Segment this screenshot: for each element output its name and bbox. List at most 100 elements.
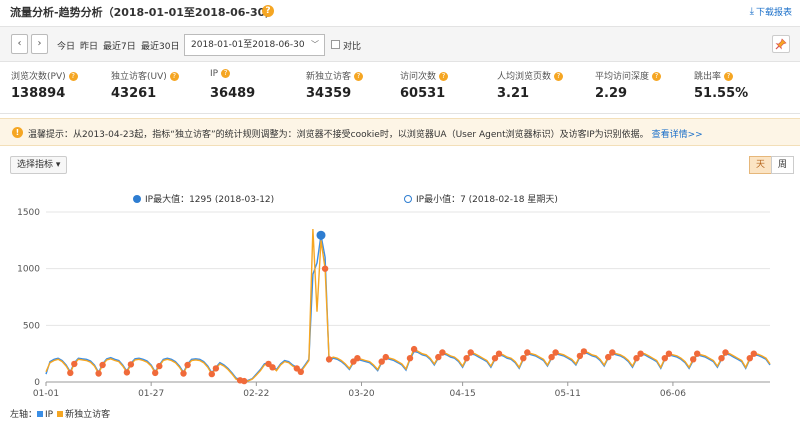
chevron-left-icon: ‹ <box>17 38 22 49</box>
weekend-marker <box>71 360 78 368</box>
notice-banner: ! 温馨提示：从2013-04-23起，指标“独立访客”的统计规则调整为：浏览器… <box>0 118 800 146</box>
weekend-marker <box>406 355 414 362</box>
caret-down-icon: ▾ <box>55 160 61 170</box>
chevron-right-icon: › <box>37 38 42 49</box>
date-range-value: 2018-01-01至2018-06-30 <box>191 40 305 50</box>
metric-value: 34359 <box>306 86 352 101</box>
date-range-select[interactable]: 2018-01-01至2018-06-30 ﹀ <box>184 34 325 56</box>
weekend-marker <box>722 349 729 356</box>
question-icon[interactable]: ? <box>652 72 662 81</box>
weekend-marker <box>552 349 559 356</box>
weekend-marker <box>184 361 191 369</box>
question-icon[interactable]: ? <box>724 72 734 81</box>
quick-yesterday[interactable]: 昨日 <box>80 39 98 52</box>
notice-text: 温馨提示：从2013-04-23起，指标“独立访客”的统计规则调整为：浏览器不接… <box>28 130 649 140</box>
metric-label: 新独立访客 <box>306 72 352 82</box>
x-tick-label: 03-20 <box>348 389 374 399</box>
download-label: 下载报表 <box>755 8 792 18</box>
weekend-marker <box>495 350 503 357</box>
weekend-marker <box>637 350 644 357</box>
weekend-marker <box>123 369 131 376</box>
next-period-button[interactable]: › <box>31 34 48 54</box>
question-icon[interactable]: ? <box>439 72 449 81</box>
pin-icon <box>775 38 787 50</box>
download-report-button[interactable]: ⤓ 下载报表 <box>750 5 792 18</box>
metric-value: 2.29 <box>595 86 628 101</box>
metric-label: 浏览次数(PV) <box>11 72 66 82</box>
x-tick-label: 01-27 <box>138 389 164 399</box>
x-tick-label: 05-11 <box>555 389 581 399</box>
title-bar: 流量分析-趋势分析（2018-01-01至2018-06-30） ? ⤓ 下载报… <box>0 0 800 24</box>
weekend-marker <box>95 370 102 377</box>
metric-label: 跳出率 <box>694 72 722 82</box>
weekend-marker <box>321 265 329 272</box>
compare-label: 对比 <box>343 42 362 52</box>
weekend-marker <box>463 355 470 362</box>
pin-button[interactable] <box>772 35 790 53</box>
new-visitors-swatch <box>57 411 64 417</box>
notice-details-link[interactable]: 查看详情>> <box>652 130 703 140</box>
x-tick-label: 06-06 <box>660 389 686 399</box>
x-tick-label: 04-15 <box>450 389 476 399</box>
series-ip-label[interactable]: IP <box>45 410 53 420</box>
question-icon[interactable]: ? <box>68 72 78 81</box>
weekend-marker <box>180 370 187 377</box>
trend-chart: 0 500 1000 1500 01-01 01-27 02-22 03-20 04-15 05-… <box>17 208 771 399</box>
weekend-marker <box>156 362 163 370</box>
prev-period-button[interactable]: ‹ <box>11 34 28 54</box>
weekend-marker <box>382 353 389 361</box>
date-toolbar: ‹ › 今日 昨日 最近7日 最近30日 2018-01-01至2018-06-… <box>0 26 800 62</box>
metric-value: 36489 <box>210 86 256 101</box>
chevron-down-icon: ﹀ <box>311 40 319 49</box>
metric-label: 独立访客(UV) <box>111 72 167 82</box>
weekend-marker <box>354 355 361 362</box>
question-icon[interactable]: ? <box>221 69 231 78</box>
metric-value: 60531 <box>400 86 446 101</box>
question-icon[interactable]: ? <box>554 72 564 81</box>
weekend-marker <box>241 377 248 385</box>
series-new-label[interactable]: 新独立访客 <box>65 410 110 420</box>
quick-today[interactable]: 今日 <box>57 39 75 52</box>
period-week-button[interactable]: 周 <box>771 156 794 174</box>
ip-swatch <box>37 411 44 417</box>
quick-last30[interactable]: 最近30日 <box>141 39 179 52</box>
weekend-marker <box>410 345 418 353</box>
weekend-marker <box>67 369 74 377</box>
metric-select-dropdown[interactable]: 选择指标 ▾ <box>10 156 68 174</box>
info-icon: ! <box>12 127 23 138</box>
weekend-marker <box>665 350 673 357</box>
question-icon[interactable]: ? <box>354 72 364 81</box>
question-icon[interactable]: ? <box>169 72 179 81</box>
question-icon[interactable]: ? <box>262 5 274 17</box>
y-tick-label: 1000 <box>17 265 40 275</box>
compare-checkbox[interactable] <box>331 40 340 49</box>
x-tick-label: 01-01 <box>33 389 59 399</box>
metric-value: 3.21 <box>497 86 530 101</box>
period-day-button[interactable]: 天 <box>749 156 772 174</box>
weekend-marker <box>208 370 215 378</box>
download-icon: ⤓ <box>749 6 754 17</box>
axis-legend: 左轴： IP 新独立访客 <box>10 407 110 420</box>
weekend-marker <box>467 349 474 356</box>
weekend-marker <box>580 348 588 355</box>
metric-label: IP <box>210 69 219 79</box>
y-tick-label: 500 <box>23 321 40 331</box>
weekend-marker <box>152 369 159 377</box>
weekend-marker <box>524 349 531 356</box>
weekend-marker <box>325 356 333 363</box>
weekend-marker <box>269 364 276 371</box>
weekend-marker <box>99 361 106 369</box>
weekend-marker <box>750 350 757 357</box>
axis-label: 左轴： <box>10 410 38 420</box>
weekend-marker <box>718 355 725 362</box>
y-tick-label: 1500 <box>17 208 40 218</box>
metric-value: 43261 <box>111 86 157 101</box>
weekend-marker <box>694 350 701 357</box>
weekend-marker <box>520 355 527 362</box>
weekend-marker <box>297 368 304 375</box>
metric-label: 人均浏览页数 <box>497 72 552 82</box>
quick-last7[interactable]: 最近7日 <box>103 39 136 52</box>
metric-value: 138894 <box>11 86 66 101</box>
metric-value: 51.55% <box>694 86 749 101</box>
page-title: 流量分析-趋势分析（2018-01-01至2018-06-30） <box>10 6 277 19</box>
